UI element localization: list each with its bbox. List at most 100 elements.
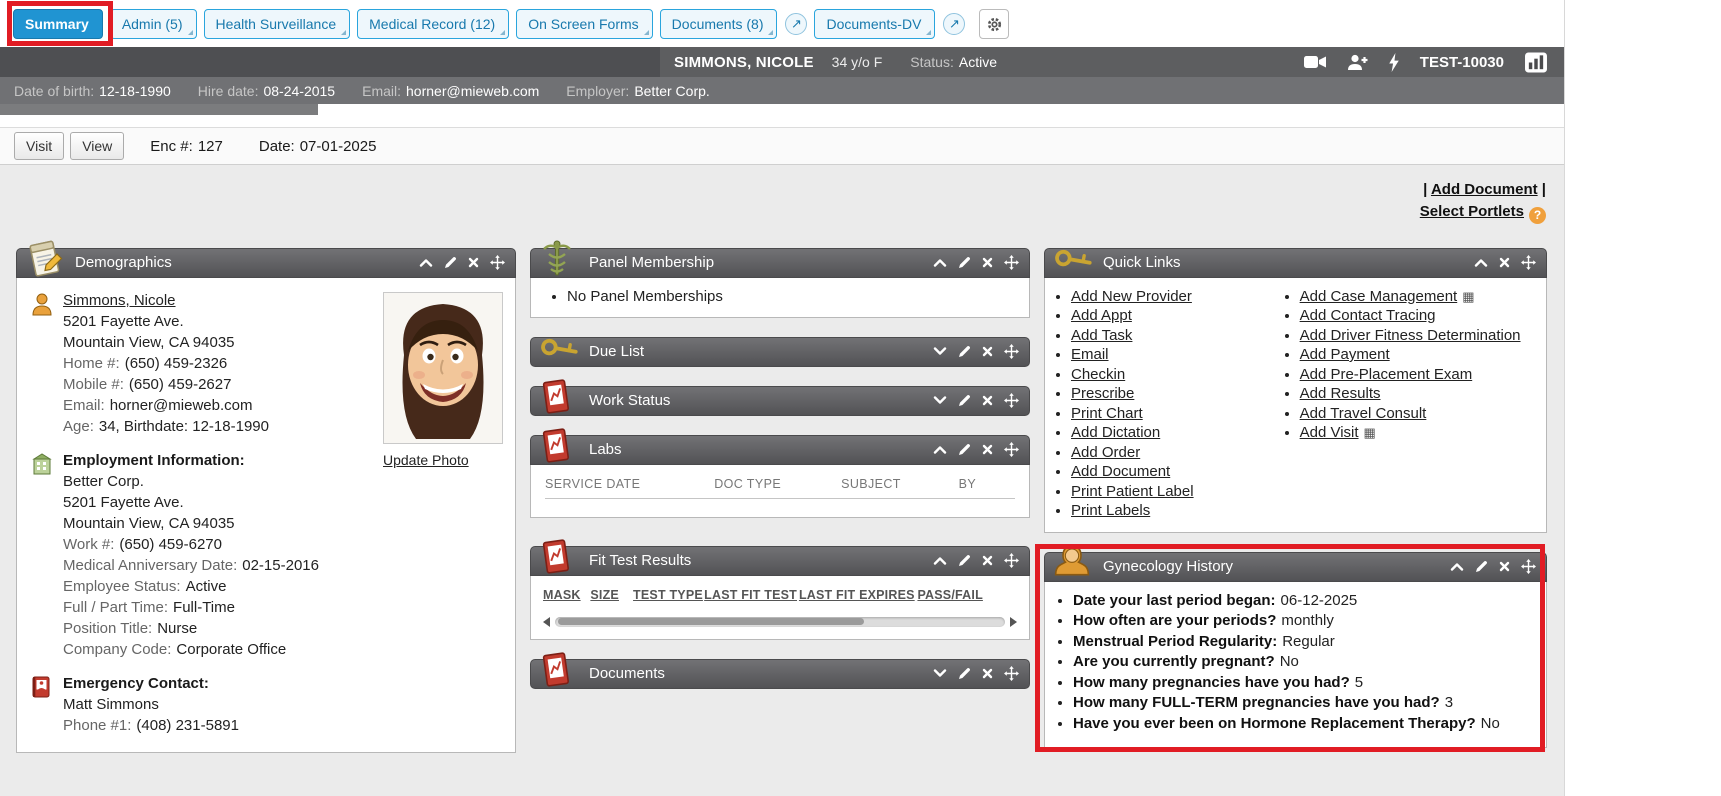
add-contact-tracing-link[interactable]: Add Contact Tracing <box>1300 307 1436 324</box>
add-travel-consult-link[interactable]: Add Travel Consult <box>1300 405 1427 422</box>
tab-health-surveillance[interactable]: Health Surveillance <box>204 9 351 39</box>
print-patient-label-link[interactable]: Print Patient Label <box>1071 483 1194 500</box>
edit-icon[interactable] <box>958 345 971 358</box>
add-results-link[interactable]: Add Results <box>1300 385 1381 402</box>
sort-header[interactable]: LAST FIT TEST <box>704 588 799 602</box>
quick-action-bolt-icon[interactable] <box>1388 53 1400 72</box>
expand-icon[interactable] <box>933 396 947 405</box>
add-driver-fitness-link[interactable]: Add Driver Fitness Determination <box>1300 327 1521 344</box>
help-icon[interactable]: ? <box>1529 207 1546 224</box>
edit-icon[interactable] <box>958 554 971 567</box>
collapse-icon[interactable] <box>933 445 947 454</box>
expand-icon[interactable] <box>933 669 947 678</box>
tab-documents-dv[interactable]: Documents-DV <box>814 9 935 39</box>
move-icon[interactable] <box>1521 559 1536 574</box>
add-appt-link[interactable]: Add Appt <box>1071 307 1132 324</box>
collapse-icon[interactable] <box>933 556 947 565</box>
update-photo-link[interactable]: Update Photo <box>383 452 469 468</box>
select-portlets-link[interactable]: Select Portlets <box>1420 203 1524 220</box>
chart-tab-bar: Summary Admin (5) Health Surveillance Me… <box>0 0 1564 47</box>
close-icon[interactable] <box>468 257 479 268</box>
add-task-link[interactable]: Add Task <box>1071 327 1132 344</box>
add-document-link[interactable]: Add Document <box>1431 181 1538 198</box>
collapse-icon[interactable] <box>933 258 947 267</box>
add-person-icon[interactable] <box>1347 54 1368 71</box>
collapse-icon[interactable] <box>1450 562 1464 571</box>
expand-icon[interactable] <box>933 347 947 356</box>
print-labels-link[interactable]: Print Labels <box>1071 502 1150 519</box>
close-icon[interactable] <box>1499 561 1510 572</box>
demographics-header: Demographics <box>16 248 516 278</box>
add-case-management-link[interactable]: Add Case Management <box>1300 288 1458 305</box>
add-pre-placement-exam-link[interactable]: Add Pre-Placement Exam <box>1300 366 1473 383</box>
medical-anniversary: Medical Anniversary Date:02-15-2016 <box>63 555 319 576</box>
close-icon[interactable] <box>982 257 993 268</box>
print-chart-link[interactable]: Print Chart <box>1071 405 1143 422</box>
gynecology-header: Gynecology History <box>1044 552 1547 582</box>
close-icon[interactable] <box>982 444 993 455</box>
edit-icon[interactable] <box>958 667 971 680</box>
move-icon[interactable] <box>1521 255 1536 270</box>
sort-header[interactable]: MASK <box>543 588 590 602</box>
close-icon[interactable] <box>982 346 993 357</box>
move-icon[interactable] <box>1004 344 1019 359</box>
prescribe-link[interactable]: Prescribe <box>1071 385 1134 402</box>
edit-icon[interactable] <box>444 256 457 269</box>
email-link[interactable]: Email <box>1071 346 1109 363</box>
tab-summary[interactable]: Summary <box>13 9 103 39</box>
chart-book-icon <box>539 650 579 690</box>
collapse-icon[interactable] <box>1474 258 1488 267</box>
list-item: Add Case Management ▦ <box>1300 288 1542 305</box>
view-button[interactable]: View <box>70 132 124 160</box>
sort-header[interactable]: SIZE <box>590 588 633 602</box>
portlet-title: Labs <box>589 441 622 458</box>
close-icon[interactable] <box>982 555 993 566</box>
scrollbar-thumb[interactable] <box>558 618 864 625</box>
popout-documents-icon[interactable]: ↗ <box>785 13 807 35</box>
edit-icon[interactable] <box>1475 560 1488 573</box>
list-item: Add Pre-Placement Exam <box>1300 366 1542 383</box>
add-new-provider-link[interactable]: Add New Provider <box>1071 288 1192 305</box>
horizontal-scrollbar[interactable] <box>543 617 1017 627</box>
add-order-link[interactable]: Add Order <box>1071 444 1140 461</box>
move-icon[interactable] <box>1004 553 1019 568</box>
move-icon[interactable] <box>1004 666 1019 681</box>
tab-medical-record[interactable]: Medical Record (12) <box>357 9 509 39</box>
portlet-title: Demographics <box>75 254 172 271</box>
close-icon[interactable] <box>1499 257 1510 268</box>
edit-icon[interactable] <box>958 443 971 456</box>
move-icon[interactable] <box>1004 393 1019 408</box>
flowsheet-chart-icon[interactable] <box>1524 52 1548 73</box>
add-visit-link[interactable]: Add Visit <box>1300 424 1359 441</box>
scroll-right-icon[interactable] <box>1010 617 1017 627</box>
move-icon[interactable] <box>1004 442 1019 457</box>
dob-field: Date of birth:12-18-1990 <box>14 83 171 99</box>
patient-name-link[interactable]: Simmons, Nicole <box>63 292 176 309</box>
video-call-icon[interactable] <box>1304 55 1327 69</box>
tab-admin[interactable]: Admin (5) <box>110 9 197 39</box>
scroll-left-icon[interactable] <box>543 617 550 627</box>
add-dictation-link[interactable]: Add Dictation <box>1071 424 1160 441</box>
visit-button[interactable]: Visit <box>14 132 64 160</box>
add-document-link[interactable]: Add Document <box>1071 463 1170 480</box>
move-icon[interactable] <box>1004 255 1019 270</box>
tab-on-screen-forms[interactable]: On Screen Forms <box>516 9 652 39</box>
gyn-item: Are you currently pregnant?No <box>1073 653 1538 670</box>
collapse-icon[interactable] <box>419 258 433 267</box>
grid-icon[interactable]: ▦ <box>1364 425 1376 440</box>
move-icon[interactable] <box>490 255 505 270</box>
edit-icon[interactable] <box>958 394 971 407</box>
sort-header[interactable]: PASS/FAIL <box>917 588 979 602</box>
close-icon[interactable] <box>982 668 993 679</box>
sort-header[interactable]: LAST FIT EXPIRES <box>799 588 918 602</box>
tab-documents[interactable]: Documents (8) <box>660 9 778 39</box>
scrollbar-track[interactable] <box>555 617 1005 627</box>
close-icon[interactable] <box>982 395 993 406</box>
edit-icon[interactable] <box>958 256 971 269</box>
grid-icon[interactable]: ▦ <box>1462 289 1474 304</box>
sort-header[interactable]: TEST TYPE <box>633 588 704 602</box>
checkin-link[interactable]: Checkin <box>1071 366 1125 383</box>
popout-documents-dv-icon[interactable]: ↗ <box>943 13 965 35</box>
add-payment-link[interactable]: Add Payment <box>1300 346 1390 363</box>
tab-settings-button[interactable] <box>979 9 1009 39</box>
